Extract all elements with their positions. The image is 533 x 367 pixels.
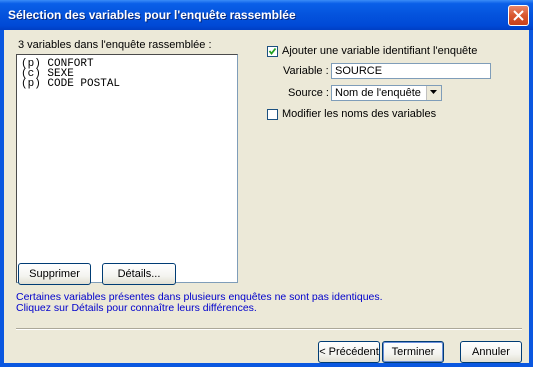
cancel-button[interactable]: Annuler	[460, 341, 522, 363]
rename-variables-label: Modifier les noms des variables	[282, 108, 437, 120]
finish-button[interactable]: Terminer	[382, 341, 444, 363]
variable-name-label: Variable :	[283, 65, 329, 77]
info-message-line-2: Cliquez sur Détails pour connaître leurs…	[16, 302, 257, 314]
delete-button[interactable]: Supprimer	[18, 263, 91, 285]
source-dropdown[interactable]: Nom de l'enquête	[331, 85, 442, 101]
previous-button[interactable]: < Précédent	[318, 341, 380, 363]
dropdown-arrow-button[interactable]	[426, 86, 441, 100]
close-button[interactable]	[508, 5, 529, 26]
close-icon	[513, 10, 524, 21]
checkmark-icon	[268, 47, 277, 55]
variables-listbox[interactable]: (p) CONFORT (c) SEXE (p) CODE POSTAL	[16, 54, 238, 283]
chevron-down-icon	[430, 90, 437, 94]
add-variable-label: Ajouter une variable identifiant l'enquê…	[282, 45, 478, 57]
details-button[interactable]: Détails...	[102, 263, 176, 285]
window-title: Sélection des variables pour l'enquête r…	[8, 8, 296, 22]
source-dropdown-value: Nom de l'enquête	[335, 87, 421, 99]
title-bar[interactable]: Sélection des variables pour l'enquête r…	[0, 0, 533, 30]
dialog-window: Sélection des variables pour l'enquête r…	[0, 0, 533, 367]
source-label: Source :	[288, 87, 329, 99]
variables-list-label: 3 variables dans l'enquête rassemblée :	[18, 39, 212, 51]
dialog-body: 3 variables dans l'enquête rassemblée : …	[4, 30, 529, 363]
footer-divider	[16, 328, 522, 330]
rename-variables-checkbox[interactable]	[267, 109, 278, 120]
variable-name-field[interactable]: SOURCE	[331, 63, 491, 79]
info-message: Certaines variables présentes dans plusi…	[16, 292, 383, 314]
list-item[interactable]: (p) CODE POSTAL	[21, 79, 120, 90]
add-variable-checkbox[interactable]	[267, 46, 278, 57]
